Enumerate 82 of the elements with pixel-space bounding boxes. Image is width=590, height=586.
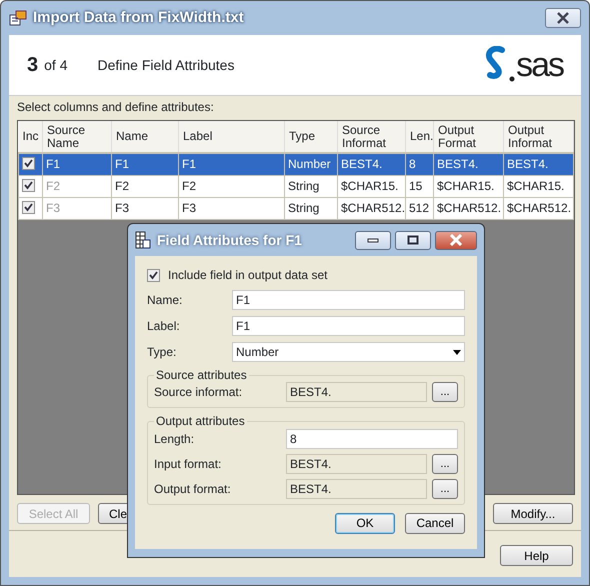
table-cell: F3 bbox=[112, 197, 178, 219]
table-cell: F3 bbox=[42, 197, 112, 219]
column-header[interactable]: Source Informat bbox=[338, 121, 406, 153]
table-cell: BEST4. bbox=[338, 153, 406, 175]
input-field[interactable]: F1 bbox=[232, 316, 465, 336]
step-title: Define Field Attributes bbox=[97, 56, 234, 74]
readonly-field: BEST4. bbox=[286, 454, 427, 474]
maximize-button[interactable] bbox=[395, 230, 431, 250]
checkbox-label: Include field in output data set bbox=[168, 267, 328, 284]
readonly-field: BEST4. bbox=[286, 478, 427, 499]
table-cell: F1 bbox=[178, 153, 284, 175]
app-icon bbox=[9, 10, 27, 26]
table-cell: String bbox=[284, 175, 338, 197]
table-icon bbox=[135, 231, 151, 249]
table-cell: BEST4. bbox=[434, 153, 504, 175]
close-icon bbox=[556, 12, 570, 24]
table-cell: BEST4. bbox=[504, 153, 574, 175]
field-label: Name: bbox=[147, 292, 184, 309]
table-cell: F2 bbox=[42, 175, 112, 197]
table-cell: 15 bbox=[406, 175, 434, 197]
column-header[interactable]: Source Name bbox=[42, 121, 112, 153]
modify-button[interactable]: Modify... bbox=[493, 503, 573, 524]
table-cell: 512 bbox=[406, 197, 434, 219]
field-label: Length: bbox=[154, 430, 196, 448]
instructions-label: Select columns and define attributes: bbox=[16, 99, 215, 116]
table-row[interactable]: F3 F3 F3 String $CHAR512. 512 $CHAR512. $CHAR512. bbox=[18, 197, 574, 219]
browse-button[interactable]: ... bbox=[432, 454, 458, 474]
checkbox[interactable] bbox=[22, 201, 35, 214]
column-header[interactable]: Output Format bbox=[434, 121, 504, 153]
table-cell: $CHAR15. bbox=[338, 175, 406, 197]
table-cell: F1 bbox=[42, 153, 112, 175]
dialog-button[interactable]: OK bbox=[335, 512, 395, 534]
minimize-icon bbox=[367, 237, 379, 243]
group-title: Source attributes bbox=[154, 368, 249, 382]
table-cell: String bbox=[284, 197, 338, 219]
table-cell: $CHAR15. bbox=[504, 175, 574, 197]
table-row[interactable]: F1 F1 F1 Number BEST4. 8 BEST4. BEST4. bbox=[18, 153, 574, 175]
table-cell: F2 bbox=[178, 175, 284, 197]
table-cell: $CHAR512. bbox=[338, 197, 406, 219]
readonly-field: BEST4. bbox=[286, 382, 427, 402]
field-label: Source informat: bbox=[154, 384, 244, 402]
table-cell: 8 bbox=[406, 153, 434, 175]
column-header[interactable]: Type bbox=[284, 121, 338, 153]
close-icon bbox=[449, 234, 463, 246]
close-button[interactable] bbox=[435, 230, 477, 250]
step-number: 3 bbox=[27, 53, 38, 78]
logo-text: sas bbox=[516, 48, 563, 82]
column-header[interactable]: Len. bbox=[406, 121, 434, 153]
checkbox[interactable] bbox=[22, 179, 35, 192]
maximize-icon bbox=[407, 235, 419, 245]
close-button[interactable] bbox=[545, 8, 581, 28]
table-cell: F2 bbox=[112, 175, 178, 197]
checkbox[interactable] bbox=[22, 157, 35, 170]
checkbox[interactable] bbox=[147, 268, 160, 282]
browse-button[interactable]: ... bbox=[432, 382, 458, 402]
field-label: Input format: bbox=[154, 456, 222, 473]
table-cell: $CHAR15. bbox=[434, 175, 504, 197]
dialog-title: Field Attributes for F1 bbox=[157, 230, 302, 250]
table-cell: Number bbox=[284, 153, 338, 175]
table-cell: $CHAR512. bbox=[504, 197, 574, 219]
field-label: Type: bbox=[147, 344, 178, 361]
input-field[interactable]: 8 bbox=[286, 428, 458, 449]
table-cell: $CHAR512. bbox=[434, 197, 504, 219]
step-count: of 4 bbox=[44, 56, 68, 74]
table-cell: F1 bbox=[112, 153, 178, 175]
column-header[interactable]: Label bbox=[178, 121, 284, 153]
dialog-button[interactable]: Cancel bbox=[405, 512, 465, 534]
browse-button[interactable]: ... bbox=[432, 478, 458, 499]
column-header[interactable]: Output Informat bbox=[504, 121, 574, 153]
table-row[interactable]: F2 F2 F2 String $CHAR15. 15 $CHAR15. $CHAR15. bbox=[18, 175, 574, 197]
column-header[interactable]: Inc bbox=[18, 121, 42, 153]
field-label: Output format: bbox=[154, 480, 232, 498]
field-label: Label: bbox=[147, 318, 181, 335]
group-title: Output attributes bbox=[154, 414, 247, 429]
input-field[interactable]: F1 bbox=[232, 290, 465, 310]
table-cell: F3 bbox=[178, 197, 284, 219]
dropdown-field[interactable]: Number bbox=[232, 342, 465, 362]
minimize-button[interactable] bbox=[355, 230, 391, 250]
column-header[interactable]: Name bbox=[112, 121, 178, 153]
dropdown-arrow-icon bbox=[453, 350, 461, 354]
help-button[interactable]: Help bbox=[500, 545, 573, 566]
window-title: Import Data from FixWidth.txt bbox=[33, 8, 244, 28]
